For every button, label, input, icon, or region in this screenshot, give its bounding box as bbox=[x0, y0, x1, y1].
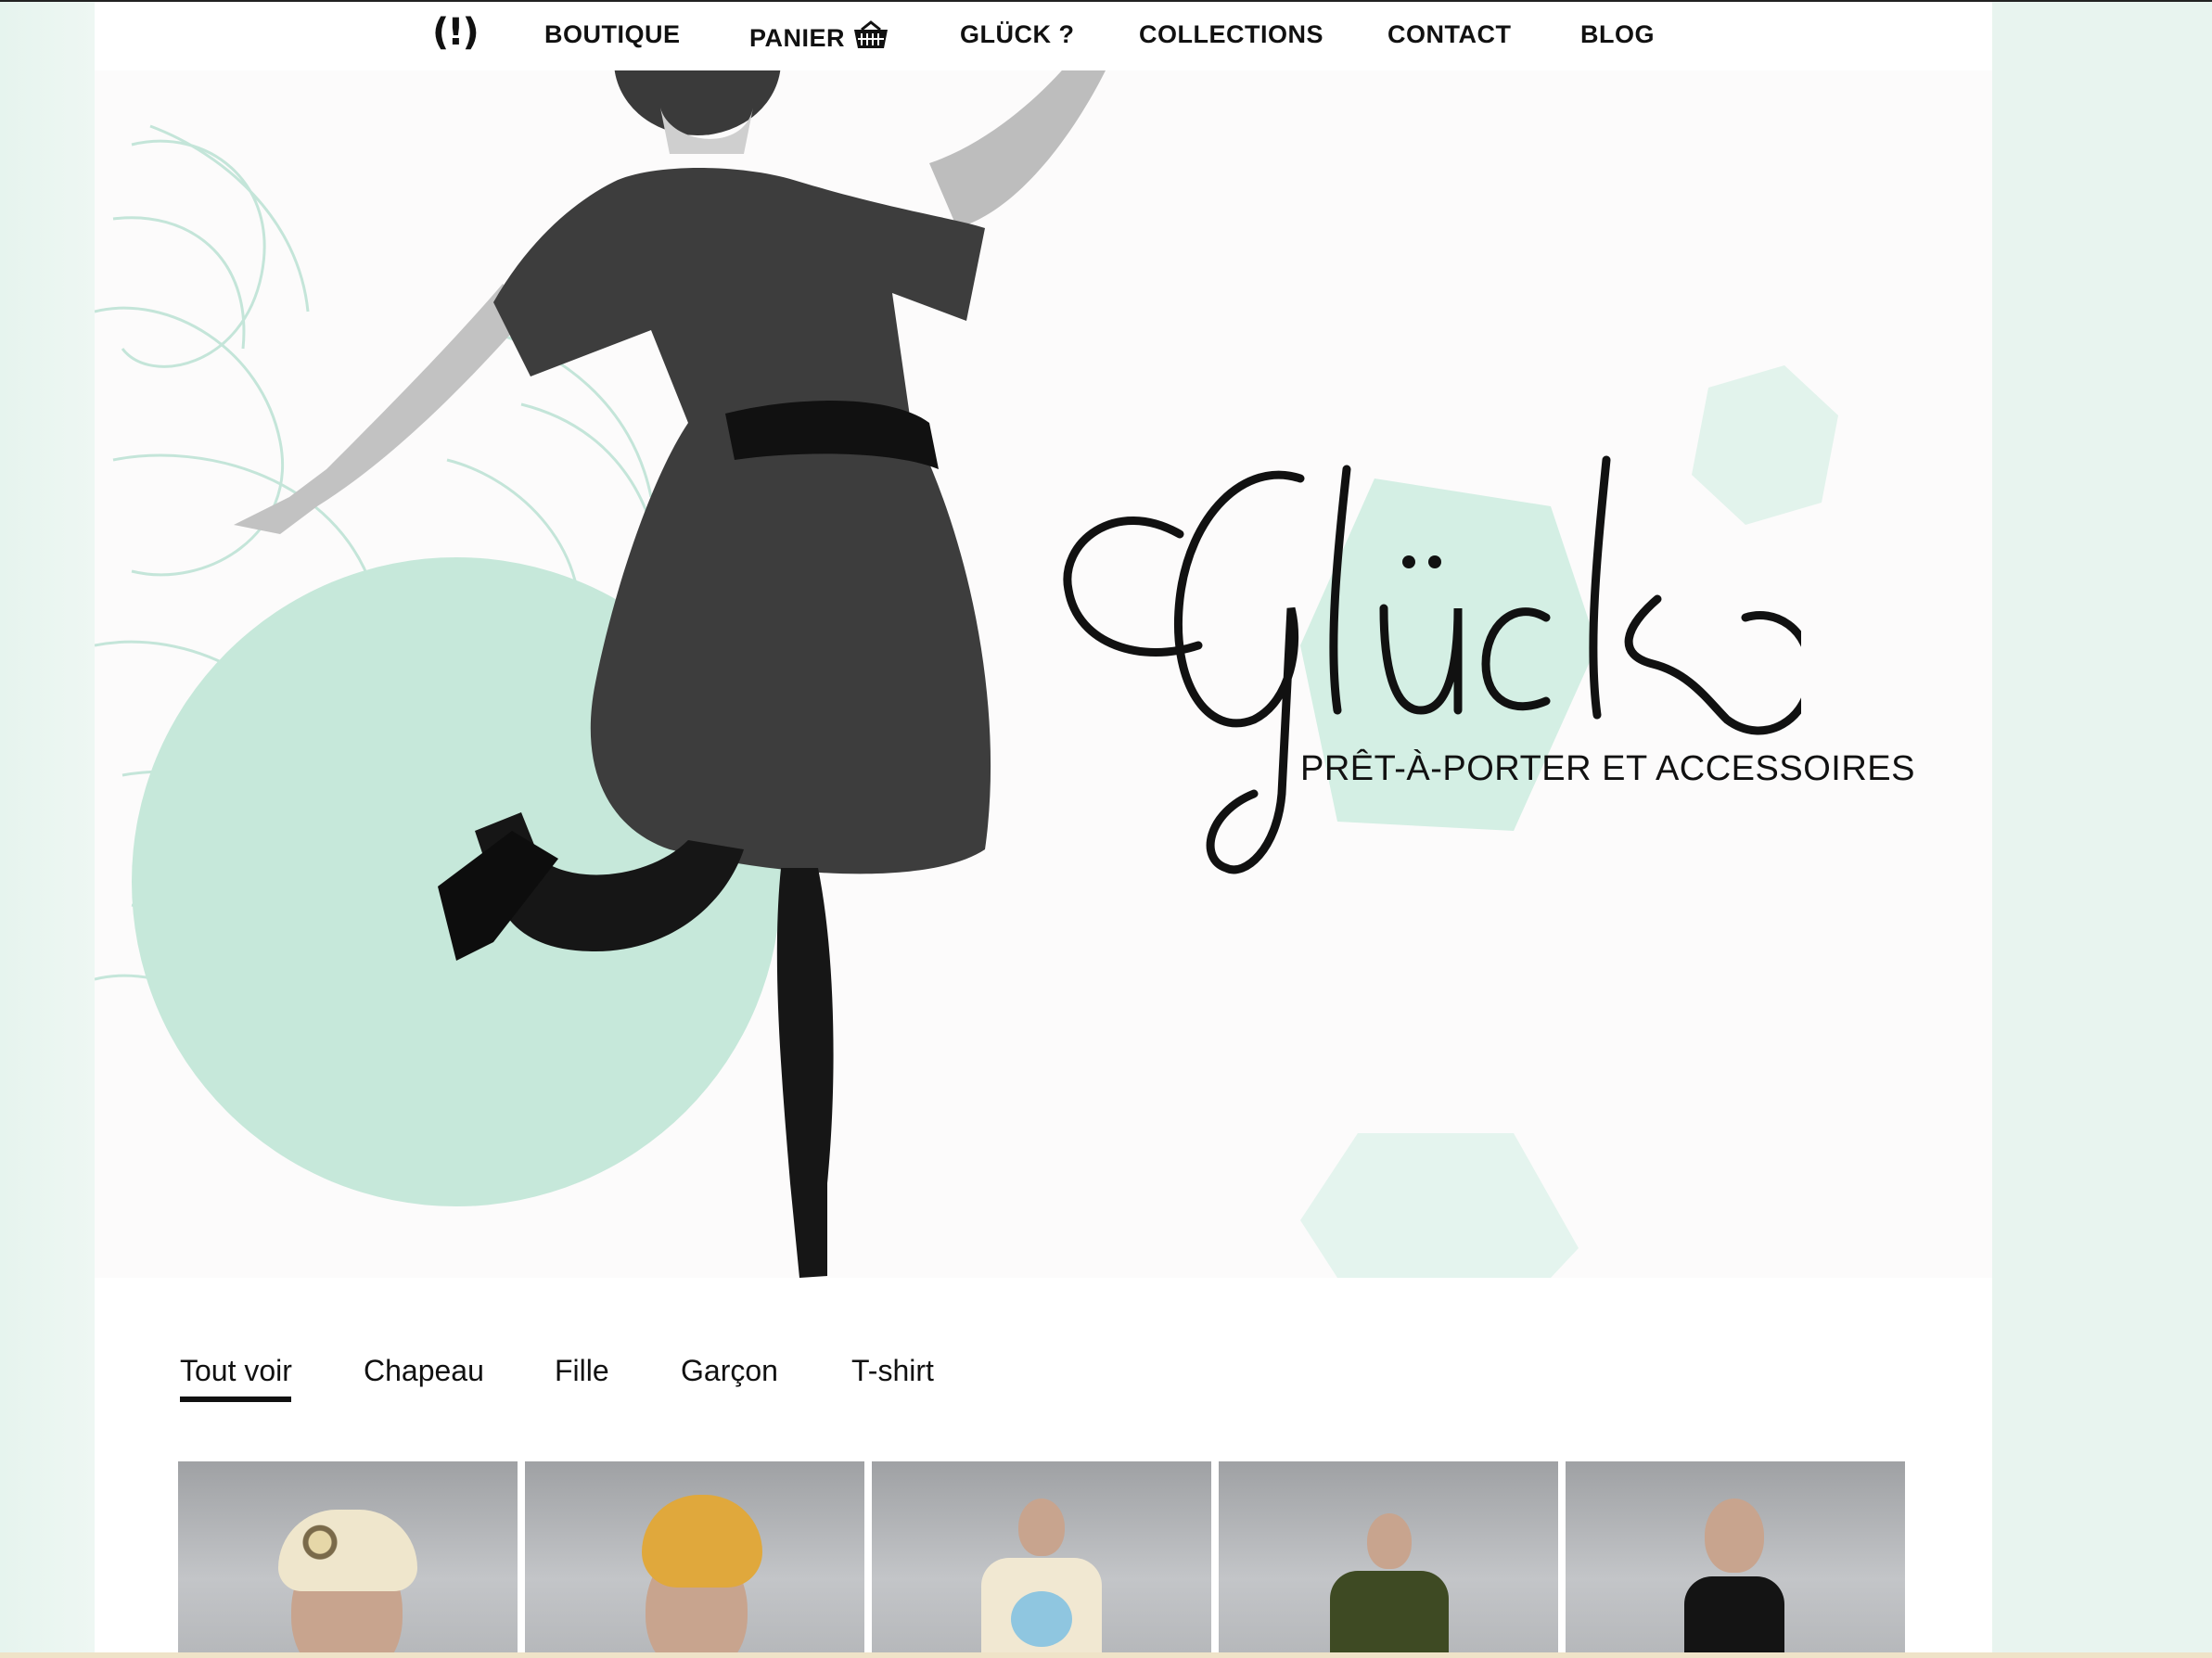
product-thumbnail[interactable] bbox=[1566, 1461, 1905, 1658]
nav-item-boutique[interactable]: BOUTIQUE bbox=[544, 20, 681, 49]
tab-tshirt[interactable]: T-shirt bbox=[851, 1354, 934, 1388]
product-thumbnail[interactable] bbox=[872, 1461, 1211, 1658]
nav-logo-mark[interactable]: (!) bbox=[432, 11, 479, 54]
product-thumbnail[interactable] bbox=[525, 1461, 864, 1658]
nav-item-panier[interactable]: PANIER bbox=[749, 20, 889, 53]
floral-turban bbox=[278, 1510, 417, 1591]
model-face bbox=[1018, 1499, 1065, 1556]
tab-chapeau[interactable]: Chapeau bbox=[364, 1354, 484, 1388]
nav-item-gluck[interactable]: GLÜCK ? bbox=[960, 20, 1074, 49]
nav-item-blog[interactable]: BLOG bbox=[1580, 20, 1655, 49]
hexagon-bottom bbox=[1300, 1133, 1579, 1278]
bottom-strip bbox=[0, 1652, 2212, 1658]
tshirt-print bbox=[1011, 1591, 1072, 1647]
model-face bbox=[1705, 1499, 1764, 1573]
tab-fille[interactable]: Fille bbox=[555, 1354, 609, 1388]
basket-icon bbox=[854, 20, 889, 48]
mustard-turban bbox=[642, 1495, 762, 1588]
khaki-tshirt bbox=[1330, 1571, 1449, 1658]
black-tank bbox=[1684, 1576, 1784, 1658]
product-thumbnail[interactable] bbox=[178, 1461, 518, 1658]
active-tab-indicator bbox=[180, 1397, 291, 1402]
product-thumbnail[interactable] bbox=[1219, 1461, 1558, 1658]
hero-tagline: PRÊT-À-PORTER ET ACCESSOIRES bbox=[1300, 749, 1915, 788]
brand-logo bbox=[1063, 455, 1801, 874]
nav-item-collections[interactable]: COLLECTIONS bbox=[1139, 20, 1323, 49]
model-face bbox=[1367, 1513, 1412, 1569]
nav-item-contact[interactable]: CONTACT bbox=[1387, 20, 1511, 49]
hero-banner: PRÊT-À-PORTER ET ACCESSOIRES bbox=[95, 70, 1992, 1278]
nav-item-panier-label: PANIER bbox=[749, 24, 846, 52]
main-navigation: (!) BOUTIQUE PANIER GLÜCK ? COLLECTIONS … bbox=[95, 2, 1992, 70]
tab-garcon[interactable]: Garçon bbox=[681, 1354, 778, 1388]
tab-tout-voir[interactable]: Tout voir bbox=[180, 1354, 292, 1388]
